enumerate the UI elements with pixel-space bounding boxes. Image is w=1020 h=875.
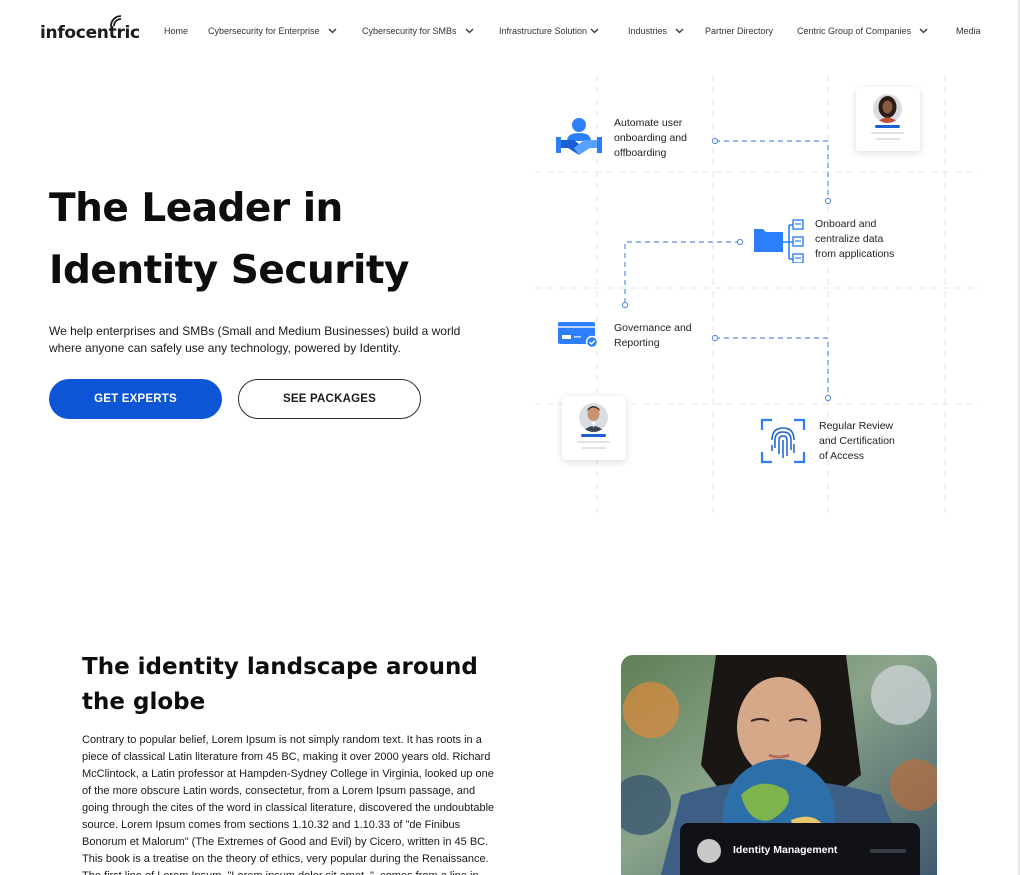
card-detail-bar xyxy=(577,441,610,443)
brand-logo-text: infocentric xyxy=(40,23,140,43)
chevron-down-icon xyxy=(590,28,599,34)
nav-item-industries[interactable]: Industries xyxy=(628,26,705,36)
section-title: The identity landscape around the globe xyxy=(82,654,478,715)
card-detail-bar xyxy=(582,447,606,449)
chevron-down-icon xyxy=(465,28,473,34)
chevron-down-icon xyxy=(919,28,928,34)
handshake-user-icon xyxy=(556,118,602,155)
nav-item-cybersecurity-enterprise[interactable]: Cybersecurity for Enterprise xyxy=(208,26,362,36)
nav-item-cybersecurity-smbs[interactable]: Cybersecurity for SMBs xyxy=(362,26,499,36)
step-label-line: centralize data xyxy=(815,233,884,245)
user-profile-card xyxy=(856,87,920,151)
step-label-line: Reporting xyxy=(614,337,660,349)
nav-item-label: Cybersecurity for Enterprise xyxy=(208,26,320,36)
woman-avatar-icon xyxy=(873,94,902,123)
see-packages-button[interactable]: SEE PACKAGES xyxy=(238,379,421,419)
nav-item-label: Media xyxy=(956,26,981,36)
hero-subtitle-line-2: where anyone can safely use any technolo… xyxy=(49,341,401,355)
step-label-line: onboarding and xyxy=(614,132,687,144)
nav-item-label: Infrastructure Solution xyxy=(499,26,588,36)
chevron-down-icon xyxy=(675,28,684,34)
hero-subtitle: We help enterprises and SMBs (Small and … xyxy=(49,323,499,357)
nav-item-label: Partner Directory xyxy=(705,26,774,36)
nav-item-home[interactable]: Home xyxy=(164,26,208,36)
badge-label: Identity Management xyxy=(733,844,838,856)
nav-item-label: Industries xyxy=(628,26,668,36)
step-label-line: Automate user xyxy=(614,117,683,129)
step-label-line: offboarding xyxy=(614,147,667,159)
user-profile-card xyxy=(562,396,626,460)
fingerprint-scan-icon xyxy=(760,418,806,464)
folder-apps-icon xyxy=(754,219,804,263)
step-label-line: from applications xyxy=(815,248,895,260)
step-governance-reporting: Governance and Reporting xyxy=(614,321,692,351)
card-name-bar xyxy=(581,434,606,437)
badge-detail-bar xyxy=(870,849,906,853)
nav-menu: Home Cybersecurity for Enterprise Cybers… xyxy=(164,26,981,36)
brand-logo[interactable]: infocentric xyxy=(40,15,140,43)
card-name-bar xyxy=(875,125,900,128)
nav-item-label: Home xyxy=(164,26,189,36)
top-navigation: infocentric Home Cybersecurity for Enter… xyxy=(0,0,1020,64)
hero-title-line-2: Identity Security xyxy=(49,248,409,293)
hero-title: The Leader in Identity Security xyxy=(49,178,489,302)
identity-management-badge[interactable]: Identity Management xyxy=(680,823,920,875)
man-avatar-icon xyxy=(579,403,608,432)
nav-item-label: Cybersecurity for SMBs xyxy=(362,26,457,36)
id-card-check-icon xyxy=(558,322,599,348)
section-body-text: Contrary to popular belief, Lorem Ipsum … xyxy=(82,734,495,875)
card-detail-bar xyxy=(876,138,900,140)
get-experts-button[interactable]: GET EXPERTS xyxy=(49,379,222,419)
step-label-line: Onboard and xyxy=(815,218,877,230)
badge-avatar xyxy=(697,839,721,863)
card-detail-bar xyxy=(871,132,904,134)
chevron-down-icon xyxy=(328,28,337,34)
avatar xyxy=(579,403,608,432)
step-label-line: of Access xyxy=(819,450,864,462)
step-label-line: Governance and xyxy=(614,322,692,334)
step-automate-onboarding: Automate user onboarding and offboarding xyxy=(614,116,687,161)
signal-arc-icon xyxy=(110,15,122,27)
nav-item-partner-directory[interactable]: Partner Directory xyxy=(705,26,797,36)
step-label-line: and Certification xyxy=(819,435,895,447)
nav-item-infrastructure-solution[interactable]: Infrastructure Solution xyxy=(499,26,628,36)
identity-flow-diagram: Automate user onboarding and offboarding… xyxy=(535,75,980,515)
avatar xyxy=(873,94,902,123)
step-label-line: Regular Review xyxy=(819,420,894,432)
nav-item-label: Centric Group of Companies xyxy=(797,26,912,36)
step-centralize-data: Onboard and centralize data from applica… xyxy=(815,217,894,262)
hero-subtitle-line-1: We help enterprises and SMBs (Small and … xyxy=(49,324,461,338)
hero-title-line-1: The Leader in xyxy=(49,186,343,231)
nav-item-centric-group[interactable]: Centric Group of Companies xyxy=(797,26,956,36)
nav-item-media[interactable]: Media xyxy=(956,26,981,36)
step-review-certification: Regular Review and Certification of Acce… xyxy=(819,419,895,464)
